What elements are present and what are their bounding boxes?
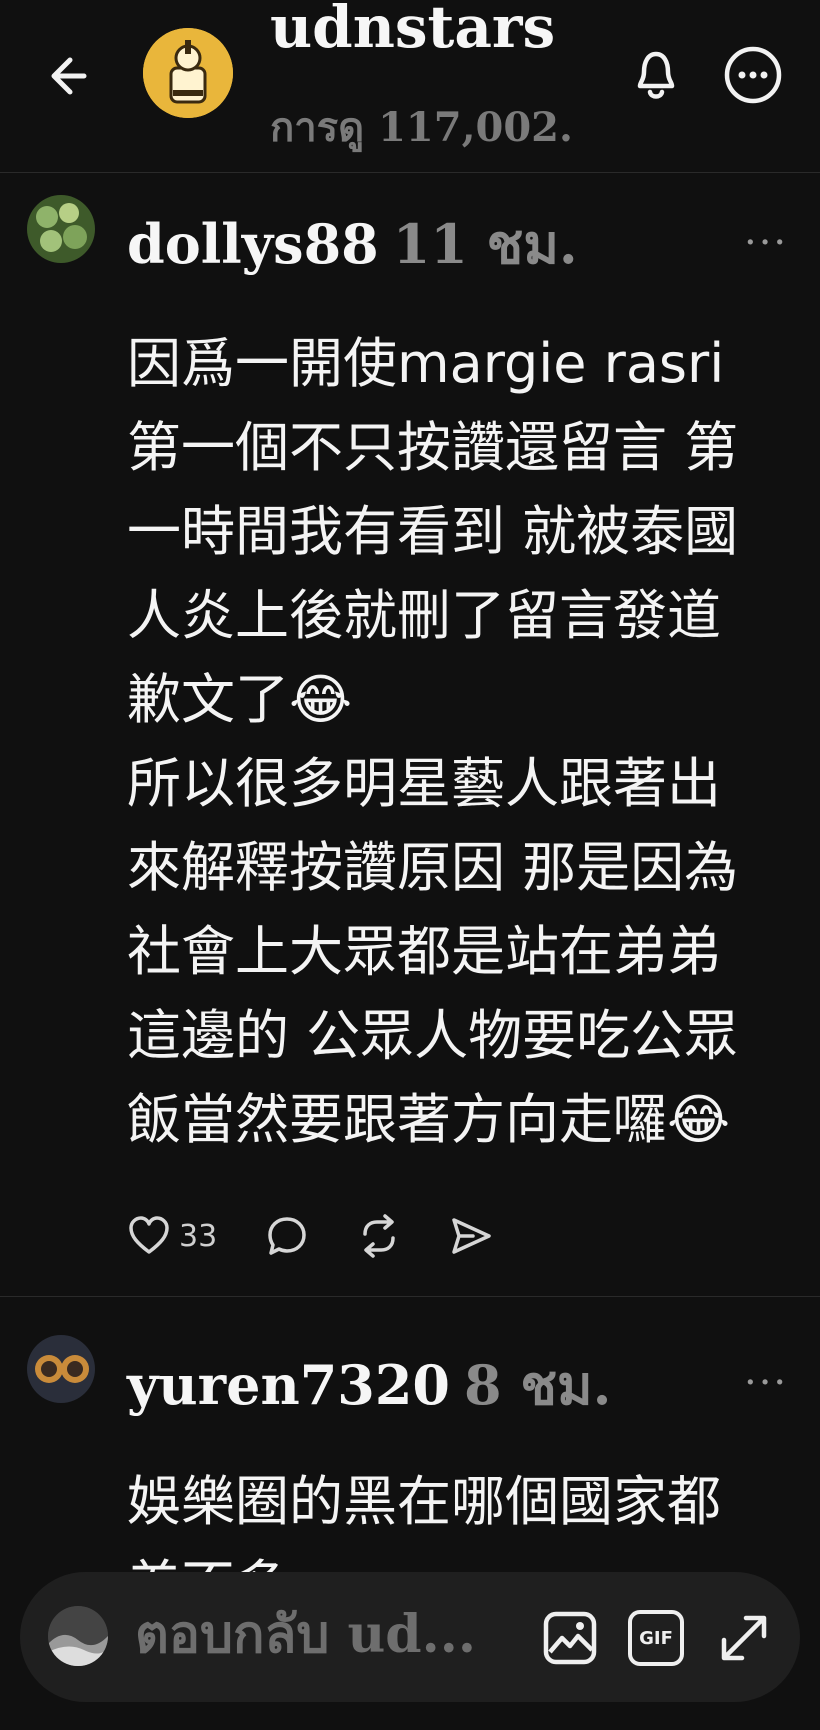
channel-avatar[interactable] xyxy=(143,28,233,118)
post-body: 因爲一開使margie rasri 第一個不只按讚還留言 第 一時間我有看到 就… xyxy=(127,332,739,1151)
share-icon[interactable] xyxy=(449,1214,493,1258)
repost-icon[interactable] xyxy=(357,1214,401,1258)
my-avatar xyxy=(48,1606,108,1666)
bell-icon[interactable] xyxy=(626,42,686,106)
gif-icon[interactable]: GIF xyxy=(628,1610,684,1666)
post-more-icon[interactable]: ··· xyxy=(744,220,788,266)
reply-input[interactable]: ตอบกลับ ud... xyxy=(135,1602,476,1668)
post-time: 11 ชม. xyxy=(392,212,578,276)
comment-icon[interactable] xyxy=(265,1214,309,1258)
post-more-icon[interactable]: ··· xyxy=(744,1360,788,1406)
post-author[interactable]: dollys88 11 ชม. xyxy=(127,214,578,274)
image-icon[interactable] xyxy=(542,1610,598,1666)
heart-icon[interactable] xyxy=(127,1214,171,1258)
page-title: udnstars xyxy=(270,0,556,61)
post-time: 8 ชม. xyxy=(464,1353,612,1417)
post-avatar[interactable] xyxy=(27,1335,95,1403)
reply-bar[interactable]: ตอบกลับ ud... GIF xyxy=(20,1572,800,1702)
post-actions: 33 xyxy=(127,1214,493,1258)
post-avatar[interactable] xyxy=(27,195,95,263)
more-circle-icon[interactable] xyxy=(722,44,784,106)
top-bar: udnstars การดู 117,002. xyxy=(0,0,820,173)
post-author[interactable]: yuren7320 8 ชม. xyxy=(127,1355,611,1415)
like-count: 33 xyxy=(179,1218,218,1254)
username[interactable]: yuren7320 xyxy=(127,1353,450,1417)
username[interactable]: dollys88 xyxy=(127,212,379,276)
back-arrow-icon[interactable] xyxy=(44,48,100,104)
view-count: การดู 117,002. xyxy=(270,104,573,151)
expand-icon[interactable] xyxy=(716,1610,772,1666)
gif-label: GIF xyxy=(639,1627,673,1649)
post-divider xyxy=(0,1296,820,1297)
